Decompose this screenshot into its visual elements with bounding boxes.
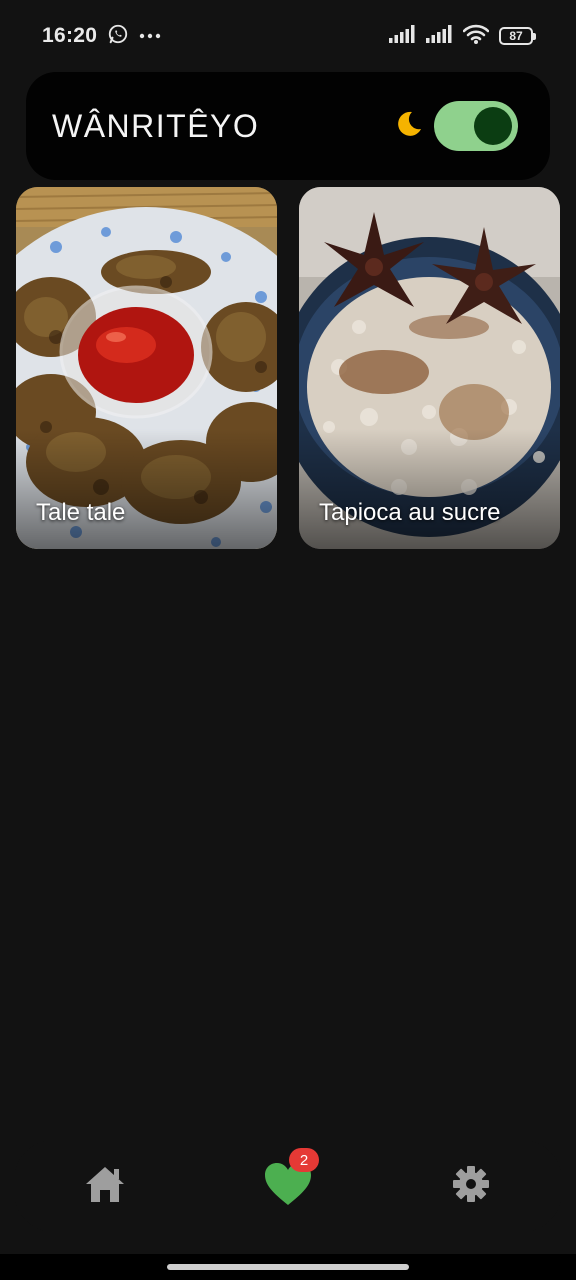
app-screen: 16:20 87 WÂNRITÊYO Tale tale Tapioca au … — [0, 0, 576, 1280]
battery-icon: 87 — [499, 27, 536, 45]
status-bar: 16:20 87 — [0, 0, 576, 72]
app-bar: WÂNRITÊYO — [26, 72, 550, 180]
status-time: 16:20 — [42, 24, 98, 47]
more-dots-icon — [139, 27, 161, 45]
home-icon — [84, 1164, 126, 1209]
moon-icon — [392, 108, 424, 145]
gesture-area — [0, 1254, 576, 1280]
favorites-badge: 2 — [288, 1148, 319, 1172]
recipe-grid: Tale tale Tapioca au sucre — [16, 187, 560, 549]
gear-icon — [452, 1165, 490, 1208]
status-right: 87 — [389, 24, 536, 49]
recipe-name: Tapioca au sucre — [319, 499, 501, 526]
status-left: 16:20 — [42, 23, 161, 50]
recipe-card[interactable]: Tale tale — [16, 187, 277, 549]
app-title: WÂNRITÊYO — [52, 107, 260, 144]
battery-level: 87 — [499, 27, 533, 45]
nav-settings[interactable] — [436, 1151, 506, 1221]
signal-icon — [389, 24, 416, 48]
recipe-name: Tale tale — [36, 499, 126, 526]
toggle-knob — [474, 107, 512, 145]
dark-mode-toggle[interactable] — [434, 101, 518, 151]
bottom-navigation: 2 — [14, 1140, 562, 1232]
whatsapp-icon — [107, 23, 129, 50]
recipe-card[interactable]: Tapioca au sucre — [299, 187, 560, 549]
nav-favorites[interactable]: 2 — [253, 1148, 323, 1221]
home-gesture-bar[interactable] — [167, 1264, 409, 1270]
nav-home[interactable] — [70, 1151, 140, 1221]
wifi-icon — [462, 24, 490, 49]
signal-icon — [426, 24, 453, 48]
theme-controls — [392, 101, 518, 151]
